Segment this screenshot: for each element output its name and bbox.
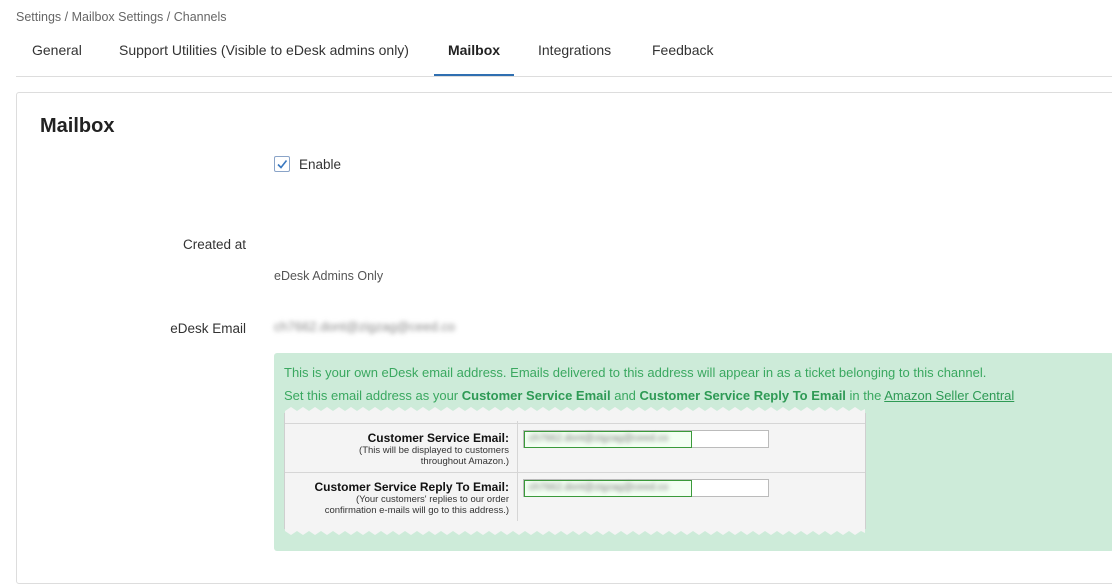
created-at-label: Created at bbox=[182, 237, 246, 252]
amazon-row-1-sub-1: (This will be displayed to customers bbox=[359, 445, 509, 456]
amazon-row-2-label: Customer Service Reply To Email: (Your c… bbox=[314, 480, 509, 516]
tab-general[interactable]: General bbox=[32, 38, 82, 75]
amazon-row-2-value-text: ch7662.dont@zigzag@ceed.co bbox=[529, 482, 669, 493]
amazon-settings-screenshot: Customer Service Email: (This will be di… bbox=[284, 407, 866, 535]
amazon-reply-to-email-title: Customer Service Reply To Email: bbox=[314, 480, 509, 494]
info-line-2-pre: Set this email address as your bbox=[284, 388, 462, 403]
admins-only-note: eDesk Admins Only bbox=[274, 269, 384, 283]
info-customer-service-email: Customer Service Email bbox=[461, 388, 611, 403]
tab-mailbox[interactable]: Mailbox bbox=[434, 38, 514, 76]
card-title: Mailbox bbox=[40, 115, 115, 137]
info-box: This is your own eDesk email address. Em… bbox=[274, 353, 1112, 551]
amazon-column-divider bbox=[517, 421, 518, 521]
info-line-2-post: in the bbox=[845, 388, 885, 403]
tab-support-utilities[interactable]: Support Utilities (Visible to eDesk admi… bbox=[119, 38, 409, 75]
amazon-row-1-label: Customer Service Email: (This will be di… bbox=[359, 431, 509, 467]
amazon-row-2-sub-1: (Your customers' replies to our order bbox=[355, 494, 509, 505]
tab-feedback[interactable]: Feedback bbox=[652, 38, 713, 75]
amazon-row-reply-to-email: Customer Service Reply To Email: (Your c… bbox=[285, 472, 865, 521]
info-line-2-mid: and bbox=[610, 388, 640, 403]
amazon-row-1-value-text: ch7662.dont@zigzag@ceed.co bbox=[529, 433, 669, 444]
info-line-1: This is your own eDesk email address. Em… bbox=[284, 365, 987, 380]
amazon-reply-to-email-value: ch7662.dont@zigzag@ceed.co bbox=[524, 480, 692, 497]
amazon-row-customer-service-email: Customer Service Email: (This will be di… bbox=[285, 423, 865, 472]
enable-label: Enable bbox=[299, 157, 342, 172]
tab-integrations[interactable]: Integrations bbox=[538, 38, 611, 75]
amazon-customer-service-email-input: ch7662.dont@zigzag@ceed.co bbox=[523, 430, 769, 448]
info-line-2: Set this email address as your Customer … bbox=[284, 388, 1014, 403]
amazon-customer-service-email-title: Customer Service Email: bbox=[367, 431, 509, 445]
amazon-seller-central-link[interactable]: Amazon Seller Central bbox=[884, 388, 1014, 403]
edesk-email-label: eDesk Email bbox=[170, 321, 246, 336]
amazon-reply-to-email-input: ch7662.dont@zigzag@ceed.co bbox=[523, 479, 769, 497]
torn-edge-bottom bbox=[285, 527, 865, 535]
amazon-row-2-sub-2: confirmation e-mails will go to this add… bbox=[324, 505, 509, 516]
amazon-row-1-sub-2: throughout Amazon.) bbox=[420, 456, 509, 467]
check-icon bbox=[277, 160, 288, 169]
tab-bar: General Support Utilities (Visible to eD… bbox=[16, 38, 1112, 77]
torn-edge-top bbox=[285, 407, 865, 415]
enable-checkbox[interactable] bbox=[274, 156, 290, 172]
breadcrumb: Settings / Mailbox Settings / Channels bbox=[16, 10, 227, 24]
edesk-email-value: ch7662.dont@zigzag@ceed.co bbox=[274, 319, 456, 334]
amazon-customer-service-email-value: ch7662.dont@zigzag@ceed.co bbox=[524, 431, 692, 448]
info-customer-service-reply-email: Customer Service Reply To Email bbox=[639, 388, 846, 403]
